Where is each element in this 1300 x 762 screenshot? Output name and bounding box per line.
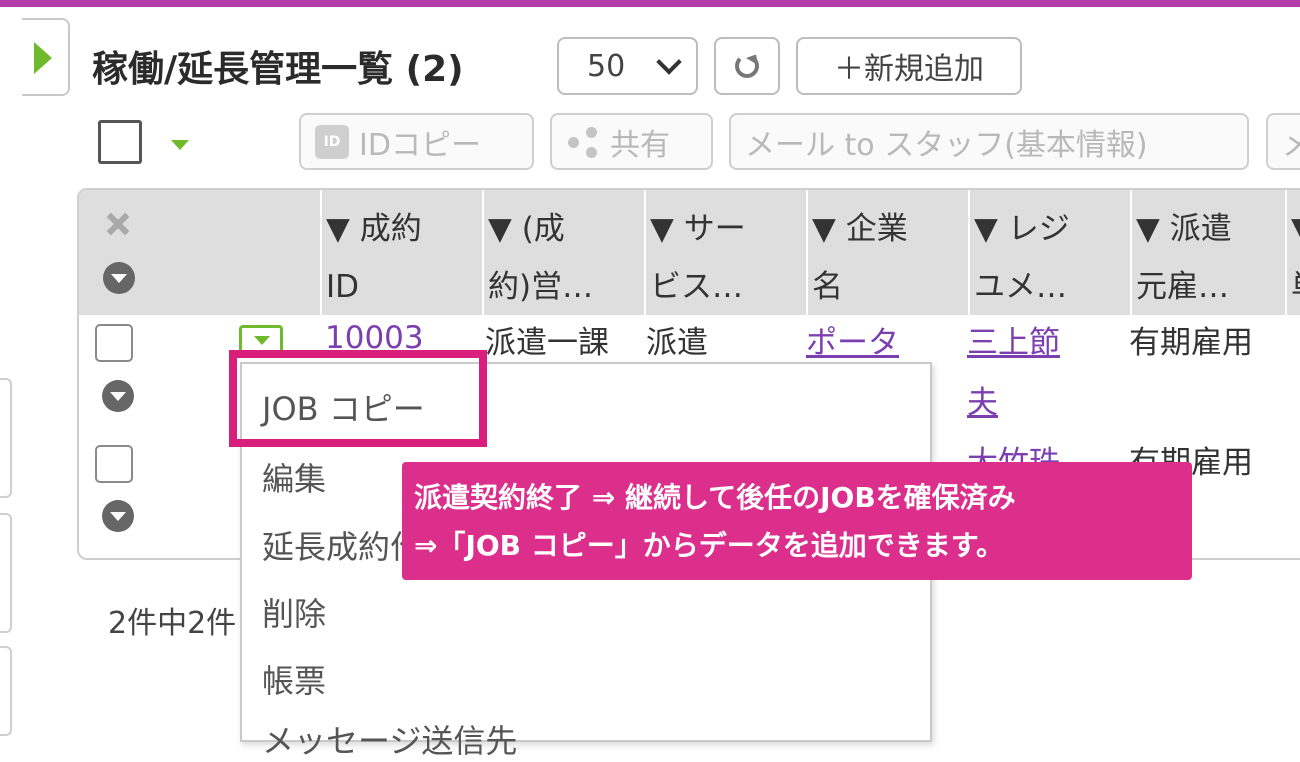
- refresh-icon: [735, 54, 759, 78]
- id-copy-button[interactable]: ID IDコピー: [299, 113, 534, 170]
- row-checkbox[interactable]: [95, 445, 133, 483]
- result-count: 2件中2件: [108, 606, 237, 641]
- col-header-service[interactable]: ▼ サー ビス…: [646, 190, 808, 315]
- share-button[interactable]: 共有: [550, 113, 713, 170]
- left-panel-tab[interactable]: [0, 378, 12, 498]
- play-triangle-icon: [34, 42, 52, 74]
- table-cell: 有期雇用: [1129, 325, 1253, 361]
- more-actions-button[interactable]: メ: [1266, 113, 1300, 170]
- per-page-select[interactable]: 50: [557, 37, 698, 95]
- chevron-down-icon: [656, 49, 682, 75]
- share-label: 共有: [610, 127, 670, 163]
- menu-item-edit[interactable]: 編集: [262, 454, 326, 500]
- menu-item-forms[interactable]: 帳票: [262, 656, 326, 702]
- share-icon: [566, 125, 600, 159]
- col-header-resume[interactable]: ▼ レジ ユメ…: [970, 190, 1132, 315]
- table-header: ▼ 成約 ID ▼ (成 約)営… ▼ サー ビス… ▼ 企業 名 ▼ レジ ユ…: [79, 190, 1300, 315]
- menu-item-delete[interactable]: 削除: [262, 589, 326, 635]
- row-menu-icon[interactable]: [102, 380, 134, 412]
- pin-off-icon[interactable]: [99, 206, 135, 242]
- mail-to-staff-button[interactable]: メール to スタッフ(基本情報): [729, 113, 1249, 170]
- annotation-line-2: ⇒「JOB コピー」からデータを追加できます。: [414, 529, 1004, 562]
- annotation-callout: 派遣契約終了 ⇒ 継続して後任のJOBを確保済み ⇒「JOB コピー」からデータ…: [402, 462, 1192, 580]
- row-checkbox[interactable]: [95, 324, 133, 362]
- top-accent-bar: [0, 0, 1300, 7]
- page-title: 稼働/延長管理一覧 (2): [92, 49, 464, 90]
- header-menu-icon[interactable]: [103, 262, 135, 294]
- header-controls: [79, 190, 322, 315]
- row-menu-icon[interactable]: [102, 500, 134, 532]
- refresh-button[interactable]: [714, 37, 780, 95]
- annotation-line-1: 派遣契約終了 ⇒ 継続して後任のJOBを確保済み: [414, 481, 1016, 514]
- per-page-value: 50: [587, 48, 626, 84]
- col-header-unit[interactable]: ▼ 単: [1287, 190, 1300, 315]
- id-copy-label: IDコピー: [359, 127, 481, 163]
- sidebar-toggle-button[interactable]: [22, 18, 70, 96]
- annotation-highlight-box: [229, 350, 487, 447]
- id-card-icon: ID: [315, 124, 349, 159]
- select-all-checkbox[interactable]: [98, 120, 142, 164]
- menu-item-message[interactable]: メッセージ送信先: [262, 716, 517, 762]
- col-header-employment[interactable]: ▼ 派遣 元雇…: [1132, 190, 1287, 315]
- col-header-company[interactable]: ▼ 企業 名: [808, 190, 970, 315]
- resume-link[interactable]: 三上節 夫: [967, 313, 1060, 433]
- left-panel-tab[interactable]: [0, 646, 12, 736]
- col-header-sales[interactable]: ▼ (成 約)営…: [484, 190, 646, 315]
- col-header-contract-id[interactable]: ▼ 成約 ID: [322, 190, 484, 315]
- bulk-actions-dropdown-icon[interactable]: [171, 140, 189, 150]
- add-new-button[interactable]: ＋新規追加: [796, 37, 1022, 95]
- left-panel-tab[interactable]: [0, 513, 12, 633]
